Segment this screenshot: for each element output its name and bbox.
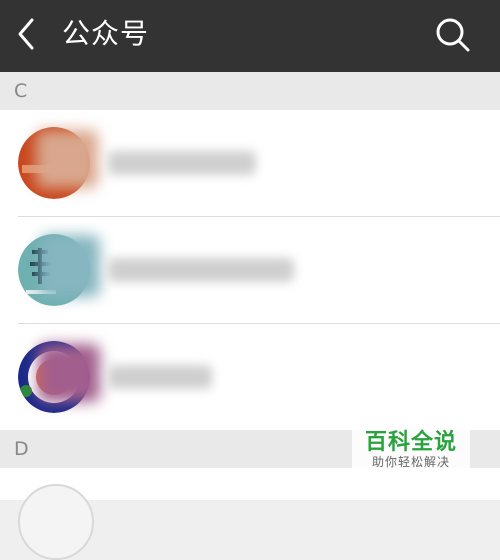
- contact-name: [108, 365, 212, 389]
- section-letter: C: [14, 80, 28, 102]
- list-item[interactable]: [0, 217, 500, 323]
- list-item[interactable]: [0, 110, 500, 216]
- section-letter: D: [14, 438, 29, 460]
- list-item[interactable]: [0, 324, 500, 430]
- official-accounts-list: [0, 110, 500, 430]
- search-icon: [436, 18, 470, 52]
- contact-name: [108, 151, 256, 175]
- watermark-logo: 百科全说 助你轻松解决: [352, 424, 470, 474]
- watermark-title: 百科全说: [364, 430, 457, 455]
- contact-name: [108, 258, 294, 282]
- top-navigation-bar: 公众号: [0, 0, 500, 72]
- blur-mask: [36, 130, 98, 188]
- avatar: [18, 484, 94, 560]
- page-title: 公众号: [62, 17, 150, 50]
- watermark-subtitle: 助你轻松解决: [371, 455, 450, 469]
- blur-mask: [40, 235, 100, 297]
- search-button[interactable]: [432, 14, 474, 56]
- chevron-left-icon: [18, 18, 34, 50]
- section-header-c: C: [0, 72, 500, 110]
- blur-mask: [38, 344, 100, 402]
- back-button[interactable]: [10, 14, 46, 54]
